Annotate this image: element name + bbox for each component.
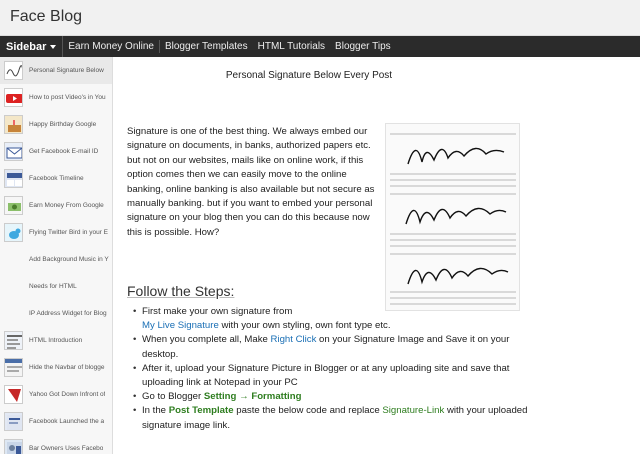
sidebar-item[interactable]: Happy Birthday Google <box>0 111 112 138</box>
sidebar-item-label: Facebook Timeline <box>29 175 84 182</box>
signature-sample-image <box>385 123 520 311</box>
html-intro-thumbnail-icon <box>4 331 23 350</box>
blog-title[interactable]: Face Blog <box>10 8 82 26</box>
sidebar-item-label: Personal Signature Below <box>29 67 104 74</box>
sidebar-item[interactable]: Add Background Music in Y <box>0 246 112 273</box>
yahoo-thumbnail-icon <box>4 385 23 404</box>
birthday-thumbnail-icon <box>4 115 23 134</box>
nav-link-earn-money[interactable]: Earn Money Online <box>63 36 159 57</box>
timeline-thumbnail-icon <box>4 169 23 188</box>
bar-thumbnail-icon <box>4 439 23 454</box>
step-text: First make your own signature from <box>142 306 293 317</box>
step-text: paste the below code and replace <box>236 405 380 417</box>
sidebar-toggle-label: Sidebar <box>6 40 47 53</box>
step-text: After it, upload your Signature Picture … <box>142 362 510 389</box>
sidebar-item[interactable]: HTML Introduction <box>0 327 112 354</box>
nav-link-blogger-tips[interactable]: Blogger Tips <box>330 36 396 57</box>
blog-header: Face Blog <box>0 0 640 36</box>
post-title: Personal Signature Below Every Post <box>225 70 393 81</box>
post-content: Personal Signature Below Every Post Sign… <box>113 57 640 454</box>
sidebar-item[interactable]: Facebook Timeline <box>0 165 112 192</box>
facebook-thumbnail-icon <box>4 412 23 431</box>
signature-thumbnail-icon <box>4 61 23 80</box>
sidebar-item-label: Facebook Launched the a <box>29 418 105 425</box>
sidebar-item[interactable]: IP Address Widget for Blog <box>0 300 112 327</box>
twitter-bird-thumbnail-icon <box>4 223 23 242</box>
post-intro-paragraph: Signature is one of the best thing. We a… <box>127 126 375 238</box>
sidebar-item[interactable]: Needs for HTML <box>0 273 112 300</box>
right-click-link[interactable]: Right Click <box>271 334 317 345</box>
sidebar-item[interactable]: Facebook Launched the a <box>0 408 112 435</box>
youtube-thumbnail-icon <box>4 88 23 107</box>
sidebar-item-label: Bar Owners Uses Facebo <box>29 445 104 452</box>
sidebar-item-label: Get Facebook E-mail ID <box>29 148 99 155</box>
ip-widget-thumbnail-icon <box>4 304 23 323</box>
list-item: After it, upload your Signature Picture … <box>133 362 538 390</box>
sidebar-toggle-button[interactable]: Sidebar <box>0 36 64 57</box>
email-thumbnail-icon <box>4 142 23 161</box>
sidebar-item-label: IP Address Widget for Blog <box>29 310 107 317</box>
sidebar-item-label: Hide the Navbar of blogge <box>29 364 105 371</box>
step-text: When you complete all, Make <box>142 334 268 346</box>
step-text: Go to Blogger <box>142 391 202 403</box>
sidebar-post-list: Personal Signature Below How to post Vid… <box>0 57 113 454</box>
formatting-highlight: Formatting <box>251 391 302 403</box>
list-item: Go to Blogger Setting → Formatting <box>133 390 538 404</box>
sidebar-item[interactable]: Flying Twitter Bird in your E <box>0 219 112 246</box>
sidebar-item[interactable]: Hide the Navbar of blogge <box>0 354 112 381</box>
list-item: First make your own signature from My Li… <box>133 305 538 333</box>
setting-highlight: Setting <box>203 391 237 403</box>
list-item: In the Post Template paste the below cod… <box>133 404 538 432</box>
sidebar-item[interactable]: How to post Video's in You <box>0 84 112 111</box>
steps-list: First make your own signature from My Li… <box>133 305 538 433</box>
sidebar-item[interactable]: Yahoo Got Down Infront of <box>0 381 112 408</box>
sidebar-item-label: Yahoo Got Down Infront of <box>29 391 106 398</box>
post-template-highlight: Post Template <box>168 405 234 417</box>
top-nav: Sidebar Earn Money Online Blogger Templa… <box>0 36 640 57</box>
arrow-right-icon: → <box>239 391 249 403</box>
music-thumbnail-icon <box>4 250 23 269</box>
html-thumbnail-icon <box>4 277 23 296</box>
money-thumbnail-icon <box>4 196 23 215</box>
sidebar-item[interactable]: Get Facebook E-mail ID <box>0 138 112 165</box>
my-live-signature-link[interactable]: My Live Signature <box>142 320 219 331</box>
signature-link-highlight: Signature-Link <box>382 405 445 417</box>
sidebar-item[interactable]: Earn Money From Google <box>0 192 112 219</box>
nav-link-html-tutorials[interactable]: HTML Tutorials <box>253 36 330 57</box>
sidebar-item-label: HTML Introduction <box>29 337 83 344</box>
sidebar-item[interactable]: Personal Signature Below <box>0 57 112 84</box>
steps-heading: Follow the Steps: <box>127 283 235 299</box>
step-text: In the <box>142 405 167 417</box>
nav-link-blogger-templates[interactable]: Blogger Templates <box>160 36 253 57</box>
list-item: When you complete all, Make Right Click … <box>133 333 538 361</box>
caret-down-icon <box>50 44 57 49</box>
sidebar-item-label: Needs for HTML <box>29 283 77 290</box>
sidebar-item-label: Happy Birthday Google <box>29 121 97 128</box>
sidebar-item-label: Flying Twitter Bird in your E <box>29 229 108 236</box>
navbar-thumbnail-icon <box>4 358 23 377</box>
sidebar-item-label: Add Background Music in Y <box>29 256 109 263</box>
sidebar-item-label: How to post Video's in You <box>29 94 106 101</box>
sidebar-item[interactable]: Bar Owners Uses Facebo <box>0 435 112 454</box>
sidebar-item-label: Earn Money From Google <box>29 202 104 209</box>
step-text: with your own styling, own font type etc… <box>221 320 391 332</box>
